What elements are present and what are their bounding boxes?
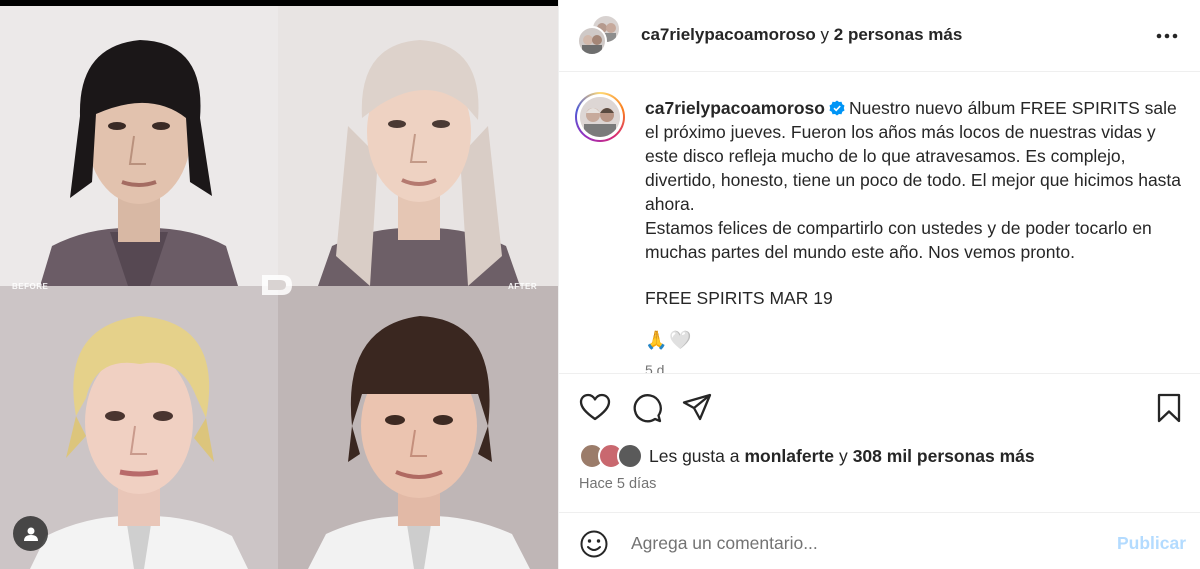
portrait-top-right xyxy=(278,6,558,286)
header-others-link[interactable]: 2 personas más xyxy=(834,25,963,44)
avatar xyxy=(617,443,643,469)
comment-bar: Publicar xyxy=(559,512,1200,569)
before-label: BEFORE xyxy=(12,282,49,291)
send-icon xyxy=(682,393,712,421)
avatar-image xyxy=(580,97,620,137)
portrait-illustration xyxy=(308,316,530,569)
portrait-bottom-right xyxy=(278,286,558,569)
post-image[interactable]: BEFORE AFTER xyxy=(0,0,558,569)
likes-summary: Les gusta a monlaferte y 308 mil persona… xyxy=(579,442,1035,470)
verified-badge-icon xyxy=(829,100,845,116)
bookmark-icon xyxy=(1157,393,1181,423)
header-joiner: y xyxy=(820,25,830,44)
after-label: AFTER xyxy=(508,282,538,291)
smiley-icon xyxy=(580,530,608,558)
emoji-picker-button[interactable] xyxy=(579,529,609,559)
caption-release-line: FREE SPIRITS MAR 19 xyxy=(645,288,833,308)
avatar xyxy=(577,26,607,56)
liker-avatars xyxy=(579,442,643,470)
more-icon xyxy=(1156,33,1178,39)
caption-relative-time[interactable]: 5 d xyxy=(645,362,664,373)
publish-button[interactable]: Publicar xyxy=(1117,533,1186,554)
share-button[interactable] xyxy=(681,392,713,424)
more-options-button[interactable] xyxy=(1155,24,1179,48)
tagged-users-button[interactable] xyxy=(13,516,48,551)
likes-joiner: y xyxy=(838,445,848,466)
post-actions xyxy=(559,374,1200,438)
post-details-panel: ca7rielypacoamoroso y 2 personas más ca7… xyxy=(558,0,1200,569)
caption-paragraph-2: Estamos felices de compartirlo con usted… xyxy=(645,218,1152,262)
comment-icon xyxy=(633,394,662,423)
user-icon xyxy=(23,527,38,541)
save-button[interactable] xyxy=(1153,392,1185,424)
likes-prefix: Les gusta a xyxy=(649,445,740,466)
comment-input[interactable] xyxy=(631,527,1101,559)
center-logo-icon xyxy=(262,275,292,295)
caption-section: ca7rielypacoamoroso Nuestro nuevo álbum F… xyxy=(559,72,1200,374)
header-username-link[interactable]: ca7rielypacoamoroso xyxy=(641,25,816,44)
heart-icon xyxy=(579,393,611,421)
caption-username-link[interactable]: ca7rielypacoamoroso xyxy=(645,98,825,118)
portrait-top-left xyxy=(0,6,278,286)
post-header: ca7rielypacoamoroso y 2 personas más xyxy=(559,0,1200,72)
caption-emojis: 🙏🤍 xyxy=(645,330,694,350)
portrait-illustration xyxy=(318,40,520,286)
caption-text: ca7rielypacoamoroso Nuestro nuevo álbum F… xyxy=(645,96,1185,310)
like-button[interactable] xyxy=(579,392,611,424)
likes-others-link[interactable]: 308 mil personas más xyxy=(853,446,1035,467)
comment-button[interactable] xyxy=(631,392,663,424)
portrait-illustration xyxy=(40,40,238,286)
first-liker-link[interactable]: monlaferte xyxy=(744,446,833,467)
header-usernames: ca7rielypacoamoroso y 2 personas más xyxy=(641,25,962,45)
caption-avatar[interactable] xyxy=(575,92,625,142)
collab-avatars[interactable] xyxy=(577,14,623,58)
post-timestamp[interactable]: Hace 5 días xyxy=(579,476,656,492)
